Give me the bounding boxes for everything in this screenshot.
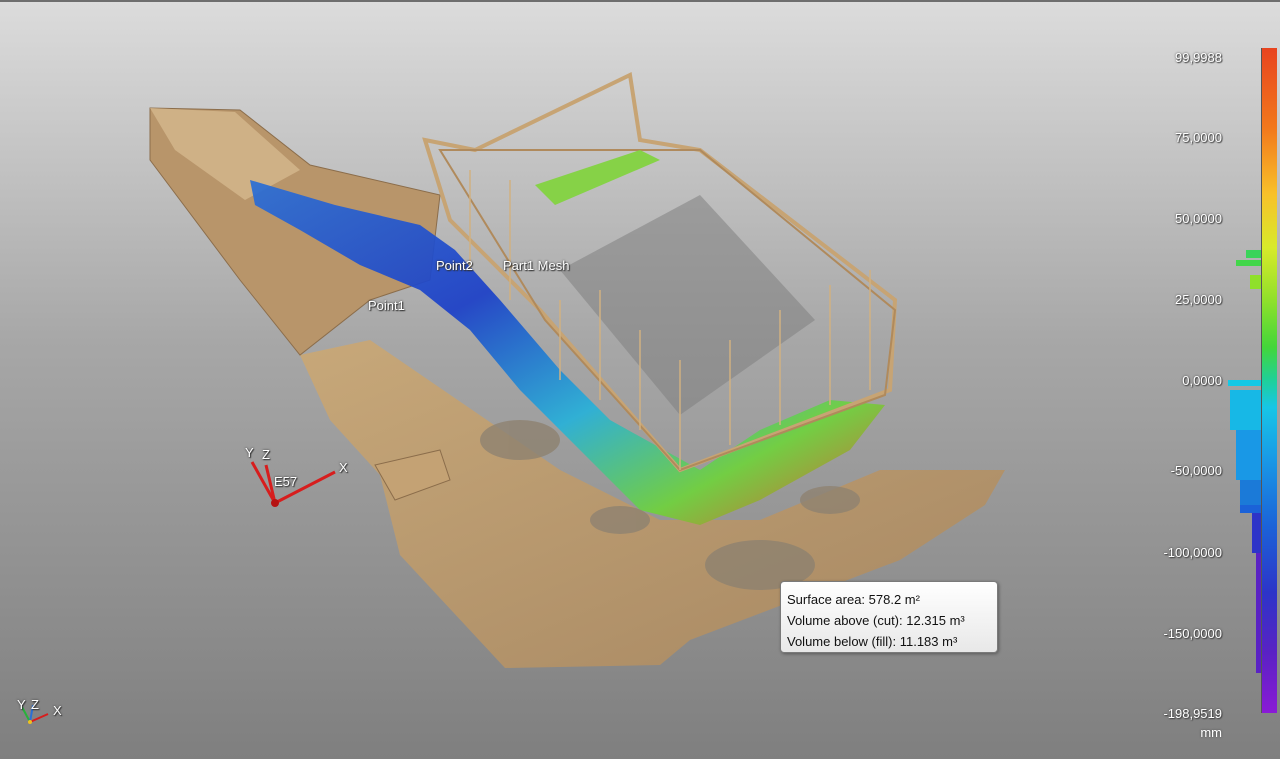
mesh-label[interactable]: Part1 Mesh xyxy=(503,258,569,273)
color-histogram xyxy=(1228,250,1261,673)
scale-tick-min: -198,9519 xyxy=(1163,706,1222,721)
volume-below-text: Volume below (fill): 11.183 m³ xyxy=(787,634,958,649)
scale-tick-0: 0,0000 xyxy=(1182,373,1222,388)
point2-label[interactable]: Point2 xyxy=(436,258,473,273)
upper-heat-area xyxy=(535,150,660,205)
scale-tick-50: 50,0000 xyxy=(1175,211,1222,226)
scale-tick-minus50: -50,0000 xyxy=(1170,463,1222,478)
scale-unit: mm xyxy=(1200,725,1222,740)
axis-x-label: X xyxy=(339,460,348,475)
mini-axis-y-label: Y xyxy=(17,697,26,712)
color-scale-bar xyxy=(1261,48,1277,713)
volume-above-text: Volume above (cut): 12.315 m³ xyxy=(787,613,965,628)
point1-label[interactable]: Point1 xyxy=(368,298,405,313)
scale-tick-75: 75,0000 xyxy=(1175,130,1222,145)
scale-tick-max: 99,9988 xyxy=(1175,50,1222,65)
scale-tick-minus150: -150,0000 xyxy=(1163,626,1222,641)
courtyard-opening xyxy=(560,195,815,415)
surface-area-text: Surface area: 578.2 m² xyxy=(787,592,920,607)
measurement-tooltip: Surface area: 578.2 m² Volume above (cut… xyxy=(780,581,998,653)
mini-axis-x-label: X xyxy=(53,703,62,718)
scan-station-label[interactable]: E57 xyxy=(274,474,297,489)
scale-tick-25: 25,0000 xyxy=(1175,292,1222,307)
mini-axis-z-label: Z xyxy=(31,697,39,712)
axis-z-label: Z xyxy=(262,447,270,462)
scale-tick-minus100: -100,0000 xyxy=(1163,545,1222,560)
3d-viewport[interactable] xyxy=(0,0,1280,759)
axis-y-label: Y xyxy=(245,445,254,460)
